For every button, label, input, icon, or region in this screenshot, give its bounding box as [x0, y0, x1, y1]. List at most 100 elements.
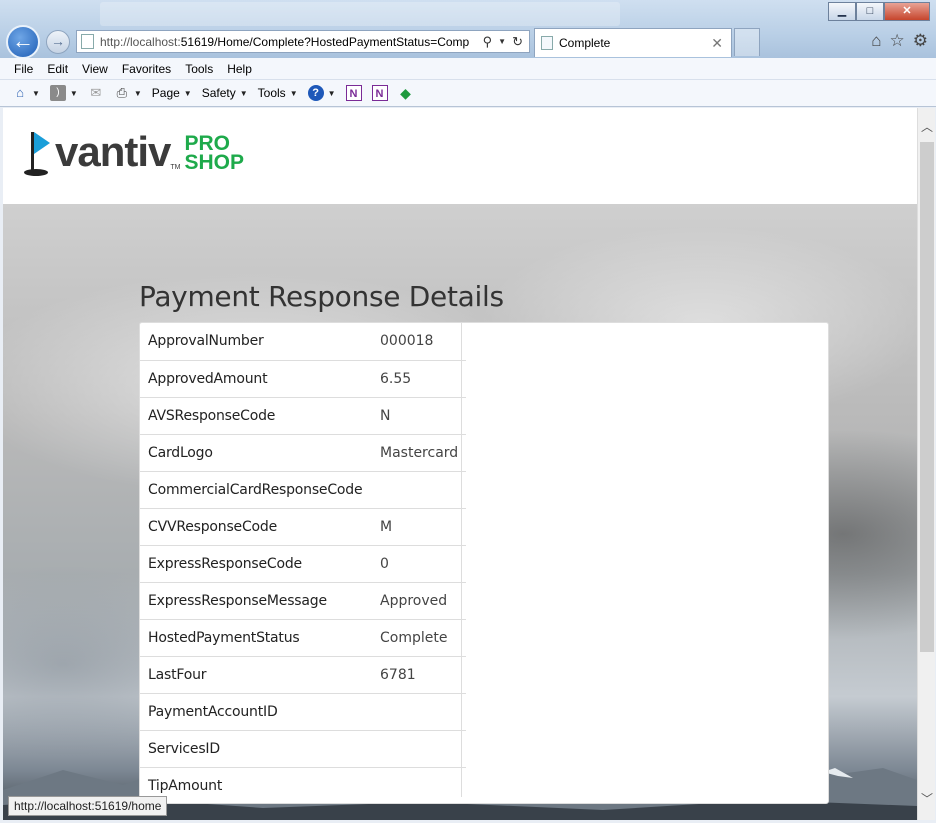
detail-value: [372, 471, 466, 508]
tools-menu-label: Tools: [257, 86, 286, 100]
command-bar: ⌂ ▼ ) ▼ ✉ ⎙ ▼ Page ▼ Safety ▼ Tools ▼ ? ▼ N N ◆: [0, 80, 936, 107]
detail-value: [372, 730, 466, 767]
shop-label: SHOP: [184, 151, 245, 174]
back-button[interactable]: ←: [6, 25, 40, 59]
background-window-strip: [100, 2, 620, 26]
detail-key: CVVResponseCode: [148, 518, 278, 535]
site-header: vantiv TM PRO SHOP: [3, 108, 917, 204]
page-menu[interactable]: Page ▼: [152, 86, 192, 100]
safety-menu[interactable]: Safety ▼: [202, 86, 248, 100]
detail-value: 6.55: [380, 370, 412, 387]
feeds-command[interactable]: ) ▼: [49, 85, 78, 101]
detail-key: HostedPaymentStatus: [148, 629, 300, 646]
onenote-send-icon: N: [371, 85, 388, 101]
favorites-star-icon[interactable]: ☆: [890, 31, 905, 51]
rss-feed-icon: ): [49, 85, 66, 101]
printer-icon: ⎙: [116, 85, 128, 100]
home-icon[interactable]: ⌂: [871, 31, 881, 51]
mail-icon: ✉: [90, 85, 102, 100]
detail-key: ApprovalNumber: [148, 333, 264, 350]
onenote-send-command[interactable]: N: [371, 85, 388, 101]
chevron-down-icon: ▼: [239, 88, 248, 98]
table-divider: [461, 323, 462, 797]
page-viewport: vantiv TM PRO SHOP Payment Response Deta…: [3, 108, 917, 820]
address-bar[interactable]: http://localhost:51619/Home/Complete?Hos…: [76, 30, 530, 53]
table-row: ApprovedAmount 6.55: [140, 360, 467, 397]
dropdown-icon[interactable]: ▼: [498, 34, 506, 50]
safety-menu-label: Safety: [201, 86, 236, 100]
page-icon: [81, 34, 94, 49]
vertical-scrollbar[interactable]: ︿ ﹀: [917, 108, 935, 820]
vantiv-proshop-logo[interactable]: vantiv TM PRO SHOP: [23, 128, 245, 178]
payment-details-table: ApprovalNumber 000018 ApprovedAmount 6.55 AV…: [140, 323, 467, 804]
url-path: 51619/Home/Complete?HostedPaymentStatus=…: [180, 34, 470, 49]
status-url-tooltip: http://localhost:51619/home: [8, 796, 168, 816]
scroll-up-icon[interactable]: ︿: [918, 118, 936, 136]
menu-favorites[interactable]: Favorites: [115, 62, 178, 76]
detail-key: ServicesID: [148, 740, 220, 757]
menu-view[interactable]: View: [75, 62, 115, 76]
maximize-button[interactable]: □: [856, 2, 884, 21]
home-icon: ⌂: [16, 85, 24, 100]
table-row: LastFour 6781: [140, 656, 467, 693]
detail-value: [372, 767, 466, 804]
page-title: Payment Response Details: [139, 280, 504, 313]
minimize-button[interactable]: ▁: [828, 2, 856, 21]
onenote-command[interactable]: N: [345, 85, 362, 101]
detail-value: Complete: [380, 629, 448, 646]
details-panel: ApprovalNumber 000018 ApprovedAmount 6.55 AV…: [139, 322, 829, 804]
help-command[interactable]: ? ▼: [307, 85, 336, 101]
onenote-icon: N: [345, 85, 362, 101]
detail-key: AVSResponseCode: [148, 407, 276, 424]
menu-help[interactable]: Help: [220, 62, 259, 76]
chevron-down-icon: ▼: [289, 88, 298, 98]
mail-command[interactable]: ✉: [88, 85, 104, 101]
table-row: ServicesID: [140, 730, 467, 767]
detail-value: [372, 693, 466, 730]
detail-key: PaymentAccountID: [148, 703, 278, 720]
chevron-down-icon: ▼: [183, 88, 192, 98]
table-row: ApprovalNumber 000018: [140, 323, 466, 360]
tab-page-icon: [541, 36, 553, 50]
help-icon: ?: [307, 85, 324, 101]
tab-close-icon[interactable]: ✕: [711, 35, 723, 52]
print-command[interactable]: ⎙ ▼: [114, 85, 142, 101]
menu-file[interactable]: File: [7, 62, 40, 76]
url-text[interactable]: http://localhost:51619/Home/Complete?Hos…: [100, 35, 472, 49]
search-icon[interactable]: ⚲: [483, 34, 493, 50]
menu-tools[interactable]: Tools: [178, 62, 220, 76]
addon-command[interactable]: ◆: [398, 85, 414, 101]
detail-value: Mastercard: [380, 444, 459, 461]
scroll-thumb[interactable]: [920, 142, 934, 652]
window-controls: ▁ □ ✕: [828, 2, 930, 21]
table-row: CommercialCardResponseCode: [140, 471, 467, 508]
pro-shop-label: PRO SHOP: [184, 133, 245, 174]
chevron-down-icon: ▼: [69, 88, 78, 98]
address-tools: ⚲ ▼ ↻: [483, 34, 529, 50]
browser-right-icons: ⌂ ☆ ⚙: [871, 31, 928, 51]
refresh-icon[interactable]: ↻: [512, 34, 523, 50]
chevron-down-icon: ▼: [327, 88, 336, 98]
detail-value: Approved: [380, 592, 448, 609]
tab-complete[interactable]: Complete ✕: [534, 28, 732, 57]
settings-gear-icon[interactable]: ⚙: [913, 31, 928, 51]
tools-menu[interactable]: Tools ▼: [258, 86, 298, 100]
menu-edit[interactable]: Edit: [40, 62, 75, 76]
new-tab-button[interactable]: [734, 28, 760, 56]
detail-value: 0: [380, 555, 389, 572]
detail-key: ExpressResponseMessage: [148, 592, 327, 609]
forward-button[interactable]: →: [46, 30, 70, 54]
table-row: ExpressResponseMessage Approved: [140, 582, 467, 619]
golf-flag-icon: [23, 132, 50, 178]
detail-value: 6781: [380, 666, 416, 683]
table-row: CardLogo Mastercard: [140, 434, 467, 471]
addon-gem-icon: ◆: [400, 85, 411, 101]
brand-trademark: TM: [170, 164, 181, 171]
scroll-down-icon[interactable]: ﹀: [918, 790, 936, 808]
chevron-down-icon: ▼: [133, 88, 142, 98]
close-button[interactable]: ✕: [884, 2, 930, 21]
detail-key: ExpressResponseCode: [148, 555, 302, 572]
home-command[interactable]: ⌂ ▼: [12, 85, 40, 101]
detail-value: M: [380, 518, 393, 535]
table-row: PaymentAccountID: [140, 693, 467, 730]
